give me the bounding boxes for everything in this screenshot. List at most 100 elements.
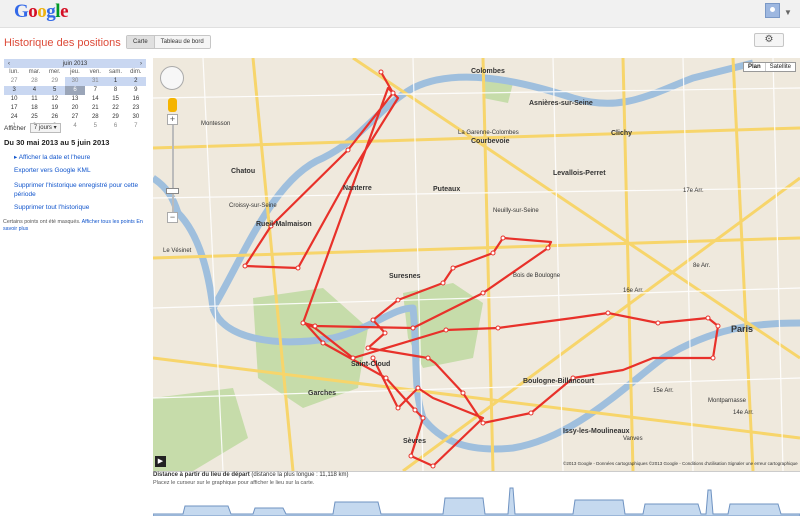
track-point[interactable] xyxy=(345,147,351,153)
track-point[interactable] xyxy=(365,345,371,351)
track-point[interactable] xyxy=(320,340,326,346)
zoom-in-button[interactable]: + xyxy=(167,114,178,125)
track-point[interactable] xyxy=(528,410,534,416)
track-point[interactable] xyxy=(390,90,396,96)
calendar-day[interactable]: 5 xyxy=(44,86,65,95)
track-point[interactable] xyxy=(242,263,248,269)
tab-map[interactable]: Carte xyxy=(127,36,155,48)
map-type-plan-button[interactable]: Plan xyxy=(744,63,766,71)
track-point[interactable] xyxy=(312,323,318,329)
map[interactable]: Colombes Asnières-sur-Seine Clichy La Ga… xyxy=(153,58,800,471)
zoom-out-button[interactable]: − xyxy=(167,212,178,223)
play-icon[interactable]: ▶ xyxy=(155,456,166,467)
account-caret-icon[interactable]: ▼ xyxy=(784,8,792,17)
calendar-day[interactable]: 24 xyxy=(4,113,24,122)
calendar-day[interactable]: 7 xyxy=(85,86,105,95)
show-datetime-link[interactable]: ▸ Afficher la date et l'heure xyxy=(14,153,90,162)
calendar-day[interactable]: 23 xyxy=(126,104,146,113)
calendar-day[interactable]: 8 xyxy=(105,86,125,95)
calendar-day[interactable]: 26 xyxy=(45,113,65,122)
pan-control[interactable] xyxy=(160,66,184,90)
calendar-day[interactable]: 18 xyxy=(24,104,44,113)
track-point[interactable] xyxy=(605,310,611,316)
track-point[interactable] xyxy=(420,415,426,421)
calendar-day[interactable]: 30 xyxy=(126,113,146,122)
calendar-day[interactable]: 19 xyxy=(45,104,65,113)
calendar-day[interactable]: 12 xyxy=(45,95,65,104)
delete-all-link[interactable]: Supprimer tout l'historique xyxy=(14,203,89,212)
track-point[interactable] xyxy=(500,235,506,241)
calendar-day[interactable]: 22 xyxy=(105,104,125,113)
track-point[interactable] xyxy=(350,355,356,361)
track-point[interactable] xyxy=(410,325,416,331)
track-point[interactable] xyxy=(460,390,466,396)
track-point[interactable] xyxy=(443,327,449,333)
calendar-day[interactable]: 28 xyxy=(24,77,44,86)
track-point[interactable] xyxy=(655,320,661,326)
account-avatar[interactable] xyxy=(765,3,780,18)
pegman-icon[interactable] xyxy=(168,98,177,112)
calendar-day[interactable]: 28 xyxy=(85,113,105,122)
zoom-slider-thumb[interactable] xyxy=(166,188,179,194)
track-point[interactable] xyxy=(705,315,711,321)
track-point[interactable] xyxy=(480,290,486,296)
next-month-button[interactable]: › xyxy=(140,61,142,67)
distance-graph[interactable] xyxy=(153,486,800,516)
calendar-day[interactable]: 15 xyxy=(105,95,125,104)
calendar-day[interactable]: 2 xyxy=(125,77,146,86)
calendar-day[interactable]: 9 xyxy=(126,86,146,95)
track-point[interactable] xyxy=(430,463,436,469)
track-point[interactable] xyxy=(480,420,486,426)
calendar-day[interactable]: 4 xyxy=(24,86,45,95)
track-point[interactable] xyxy=(382,330,388,336)
calendar-day[interactable]: 20 xyxy=(65,104,85,113)
track-point[interactable] xyxy=(710,355,716,361)
show-all-points-link[interactable]: Afficher tous les points xyxy=(82,219,135,225)
calendar-day[interactable]: 5 xyxy=(85,122,105,131)
calendar-day[interactable]: 29 xyxy=(105,113,125,122)
track-point[interactable] xyxy=(378,69,384,75)
calendar-day[interactable]: 4 xyxy=(65,122,85,131)
track-point[interactable] xyxy=(450,265,456,271)
calendar-day[interactable]: 10 xyxy=(4,95,24,104)
export-kml-link[interactable]: Exporter vers Google KML xyxy=(14,166,91,175)
calendar-day[interactable]: 31 xyxy=(85,77,106,86)
calendar-day[interactable]: 3 xyxy=(4,86,25,95)
track-point[interactable] xyxy=(300,320,306,326)
google-logo[interactable]: Google xyxy=(14,1,68,23)
track-point[interactable] xyxy=(495,325,501,331)
track-point[interactable] xyxy=(383,375,389,381)
track-point[interactable] xyxy=(295,265,301,271)
calendar-day[interactable]: 21 xyxy=(85,104,105,113)
calendar-day[interactable]: 25 xyxy=(24,113,44,122)
track-point[interactable] xyxy=(545,245,551,251)
calendar-day[interactable]: 17 xyxy=(4,104,24,113)
track-point[interactable] xyxy=(395,297,401,303)
track-point[interactable] xyxy=(395,405,401,411)
calendar-day[interactable]: 11 xyxy=(24,95,44,104)
track-point[interactable] xyxy=(370,355,376,361)
calendar-day[interactable]: 29 xyxy=(45,77,65,86)
track-point[interactable] xyxy=(412,407,418,413)
calendar-day[interactable]: 27 xyxy=(4,77,24,86)
settings-button[interactable]: ⚙ xyxy=(754,33,784,47)
zoom-slider-track[interactable] xyxy=(172,116,174,216)
calendar-day[interactable]: 14 xyxy=(85,95,105,104)
prev-month-button[interactable]: ‹ xyxy=(8,61,10,67)
track-point[interactable] xyxy=(490,250,496,256)
calendar-day[interactable]: 6 xyxy=(64,86,86,95)
map-type-satellite-button[interactable]: Satellite xyxy=(766,63,795,71)
track-point[interactable] xyxy=(715,323,721,329)
track-point[interactable] xyxy=(425,355,431,361)
calendar-day[interactable]: 27 xyxy=(65,113,85,122)
track-point[interactable] xyxy=(408,453,414,459)
calendar-day[interactable]: 16 xyxy=(126,95,146,104)
track-point[interactable] xyxy=(370,317,376,323)
calendar-day[interactable]: 30 xyxy=(64,77,86,86)
show-range-select[interactable]: 7 jours ▾ xyxy=(29,123,61,133)
track-point[interactable] xyxy=(440,280,446,286)
delete-period-link[interactable]: Supprimer l'historique enregistré pour c… xyxy=(14,181,144,199)
tab-dashboard[interactable]: Tableau de bord xyxy=(154,36,210,48)
track-point[interactable] xyxy=(415,385,421,391)
calendar-day[interactable]: 13 xyxy=(65,95,85,104)
